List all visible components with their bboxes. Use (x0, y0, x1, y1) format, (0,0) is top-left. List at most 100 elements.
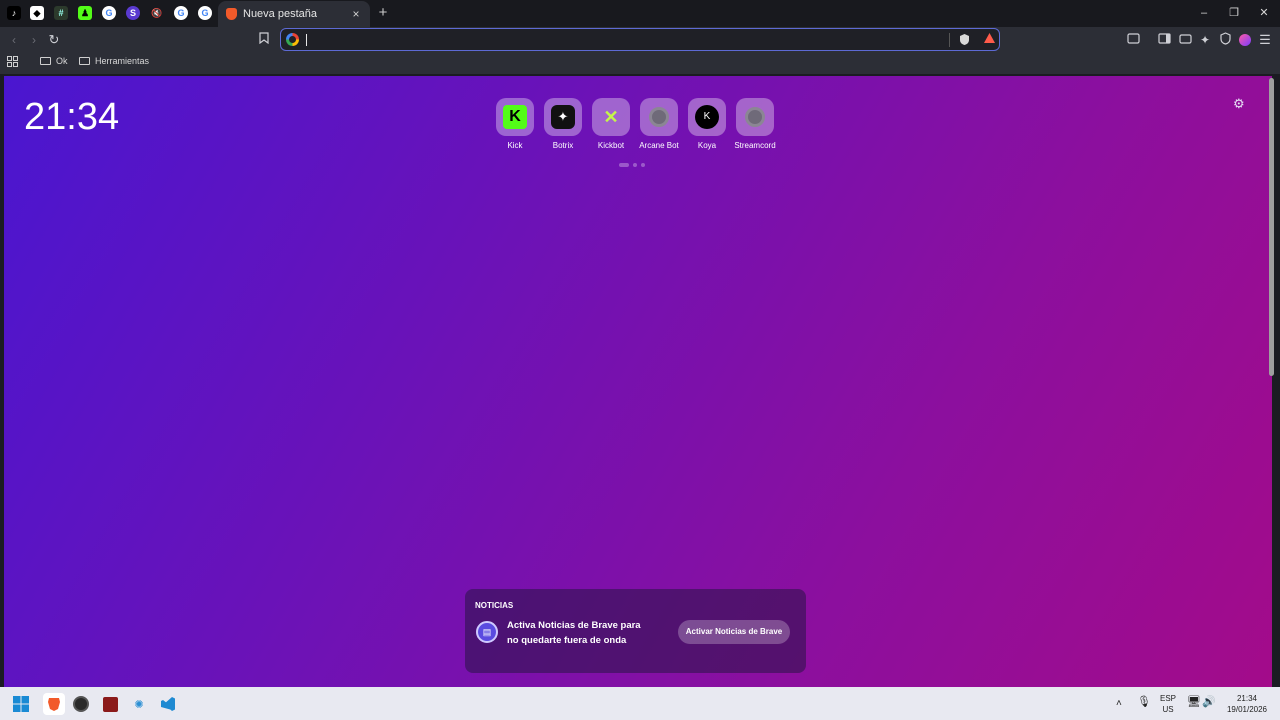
keyboard-layout: US (1162, 705, 1174, 714)
top-site-label: Arcane Bot (639, 141, 679, 150)
new-tab-page: 21:34 ⚙ K Kick ✦ Botrix ✕ Kickbot Arcane… (4, 76, 1272, 687)
pager-dot[interactable] (641, 163, 645, 167)
google-icon: G (198, 6, 212, 20)
reload-icon[interactable]: ↻ (46, 32, 62, 48)
bookmarks-bar: Ok Herramientas (0, 53, 1280, 74)
address-bar[interactable] (280, 28, 1000, 51)
kick-small-icon: ♟ (78, 6, 92, 20)
screenshot-icon[interactable] (1125, 32, 1141, 48)
tab-new-tab[interactable]: Nueva pestaña × (218, 1, 370, 27)
menu-icon[interactable]: ☰ (1257, 32, 1273, 48)
botrix-icon: ◆ (30, 6, 44, 20)
close-tab-button[interactable]: × (348, 7, 364, 21)
news-heading: NOTICIAS (475, 601, 514, 610)
bookmark-label: Ok (56, 56, 68, 66)
taskbar-time: 21:34 (1236, 694, 1258, 703)
language-indicator[interactable]: ESP US (1157, 693, 1179, 715)
apps-icon[interactable] (7, 56, 18, 67)
pinned-tab-google-3[interactable]: G (195, 4, 215, 22)
pinned-tab-kick[interactable]: ♟ (75, 4, 95, 22)
top-site-label: Streamcord (734, 141, 776, 150)
koya-icon: K (695, 105, 719, 129)
network-icon[interactable]: 🖥 (1187, 697, 1201, 708)
back-icon[interactable]: ‹ (6, 32, 22, 48)
toolbar: ‹ › ↻ ✦ ☰ (0, 27, 1280, 53)
pinned-tab-muted[interactable]: 🔇 (147, 4, 167, 22)
obs-taskbar-icon[interactable] (72, 695, 90, 713)
close-window-button[interactable]: ✕ (1254, 5, 1274, 21)
top-site-label: Botrix (552, 141, 574, 150)
top-site-streamcord[interactable]: Streamcord (731, 98, 779, 150)
pager-dot[interactable] (633, 163, 637, 167)
forward-icon[interactable]: › (26, 32, 42, 48)
volume-icon[interactable]: 🔊 (1202, 697, 1216, 708)
globe-icon (745, 107, 765, 127)
folder-icon (79, 57, 90, 65)
windows-start-icon[interactable] (12, 695, 30, 713)
bookmark-folder-herramientas[interactable]: Herramientas (79, 56, 149, 66)
brave-taskbar-icon[interactable] (43, 693, 65, 715)
language-code: ESP (1159, 694, 1176, 703)
bookmark-icon[interactable] (256, 32, 272, 48)
top-site-label: Koya (697, 141, 717, 150)
enable-news-button[interactable]: Activar Noticias de Brave (678, 620, 790, 644)
taskbar-date: 19/01/2026 (1226, 705, 1268, 714)
badge-app-icon: S (126, 6, 140, 20)
kick-icon: K (503, 105, 527, 129)
pinned-tab-grid[interactable]: # (51, 4, 71, 22)
news-icon: ▤ (476, 621, 498, 643)
settings-gear-icon[interactable]: ⚙ (1233, 96, 1245, 112)
top-site-label: Kick (507, 141, 523, 150)
profile-icon[interactable] (1237, 32, 1253, 48)
top-sites-pager[interactable] (619, 163, 645, 167)
brave-news-card: NOTICIAS ▤ Activa Noticias de Brave para… (465, 589, 806, 673)
news-message: Activa Noticias de Brave para no quedart… (507, 620, 641, 646)
google-icon: G (174, 6, 188, 20)
brave-shields-icon[interactable] (959, 33, 971, 47)
tiktok-icon: ♪ (7, 6, 21, 20)
globe-icon (649, 107, 669, 127)
pinned-tab-google-2[interactable]: G (171, 4, 191, 22)
kickbot-icon: ✕ (603, 107, 619, 127)
top-site-koya[interactable]: K Koya (683, 98, 731, 150)
pager-dot-active[interactable] (619, 163, 629, 167)
tab-strip: ♪ ◆ # ♟ G S 🔇 G G Nueva pestaña × + – ❐ … (0, 0, 1280, 27)
top-site-kickbot[interactable]: ✕ Kickbot (587, 98, 635, 150)
bookmark-label: Herramientas (95, 56, 150, 66)
bookmark-folder-ok[interactable]: Ok (40, 56, 68, 66)
pinned-tab-tiktok[interactable]: ♪ (4, 4, 24, 22)
brave-icon (226, 8, 237, 20)
globe-app-taskbar-icon[interactable]: ✺ (130, 695, 148, 713)
leo-ai-icon[interactable]: ✦ (1197, 32, 1213, 48)
microphone-icon[interactable]: 🎙 (1137, 697, 1151, 708)
tab-title: Nueva pestaña (243, 8, 317, 20)
top-site-botrix[interactable]: ✦ Botrix (539, 98, 587, 150)
muted-speaker-icon: 🔇 (151, 7, 163, 18)
minimize-button[interactable]: – (1194, 5, 1214, 21)
vscode-taskbar-icon[interactable] (159, 695, 177, 713)
top-site-arcane-bot[interactable]: Arcane Bot (635, 98, 683, 150)
botrix-icon: ✦ (551, 105, 575, 129)
text-cursor (306, 34, 307, 46)
scrollbar[interactable] (1269, 78, 1274, 376)
pinned-tab-extension[interactable]: S (123, 4, 143, 22)
divider (949, 33, 950, 47)
google-icon: G (102, 6, 116, 20)
app-red-taskbar-icon[interactable] (101, 695, 119, 713)
pinned-tab-botrix[interactable]: ◆ (27, 4, 47, 22)
vpn-shield-icon[interactable] (1217, 32, 1233, 48)
top-site-label: Kickbot (597, 141, 625, 150)
taskbar: ✺ ˄ 🎙 ESP US 🖥 🔊 21:34 19/01/2026 (0, 687, 1280, 720)
folder-icon (40, 57, 51, 65)
new-tab-button[interactable]: + (375, 5, 391, 21)
tray-chevron-icon[interactable]: ˄ (1116, 698, 1122, 709)
pinned-tab-google-1[interactable]: G (99, 4, 119, 22)
sidebar-icon[interactable] (1156, 32, 1172, 48)
google-search-icon (286, 33, 299, 46)
brave-rewards-icon[interactable] (983, 32, 997, 46)
grid-app-icon: # (54, 6, 68, 20)
clock-date[interactable]: 21:34 19/01/2026 (1222, 693, 1272, 715)
wallet-icon[interactable] (1177, 32, 1193, 48)
top-site-kick[interactable]: K Kick (491, 98, 539, 150)
restore-button[interactable]: ❐ (1224, 5, 1244, 21)
